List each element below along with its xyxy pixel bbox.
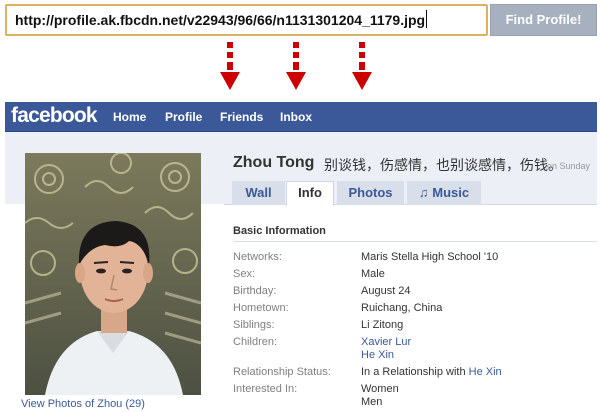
child-link-2[interactable]: He Xin <box>361 349 394 361</box>
section-title: Basic Information <box>233 225 326 237</box>
siblings-value: Li Zitong <box>361 319 404 331</box>
networks-label: Networks: <box>233 251 282 263</box>
interested-label: Interested In: <box>233 383 298 395</box>
nav-inbox[interactable]: Inbox <box>280 110 312 124</box>
child-link-1[interactable]: Xavier Lur <box>361 336 411 348</box>
text-caret <box>426 10 428 28</box>
sex-label: Sex: <box>233 268 256 280</box>
view-photos-link[interactable]: View Photos of Zhou (29) <box>21 398 145 410</box>
status-timestamp[interactable]: on Sunday <box>547 161 590 171</box>
relationship-label: Relationship Status: <box>233 366 331 378</box>
hometown-value: Ruichang, China <box>361 302 443 314</box>
tab-wall[interactable]: Wall <box>232 181 285 205</box>
section-divider <box>233 241 597 242</box>
interested-value-1: Women <box>361 383 399 395</box>
nav-profile[interactable]: Profile <box>165 110 202 124</box>
tab-music[interactable]: ♫ Music <box>407 181 481 205</box>
sex-value: Male <box>361 268 385 280</box>
tab-music-label: Music <box>432 185 470 200</box>
red-arrow-icon <box>220 42 240 90</box>
red-arrow-icon <box>352 42 372 90</box>
facebook-logo[interactable]: facebook <box>11 104 98 128</box>
birthday-value: August 24 <box>361 285 411 297</box>
music-note-icon: ♫ <box>418 185 429 200</box>
networks-value: Maris Stella High School '10 <box>361 251 499 263</box>
status-message: 别谈钱，伤感情，也别谈感情，伤钱。 <box>324 158 562 174</box>
nav-friends[interactable]: Friends <box>220 110 263 124</box>
tab-info[interactable]: Info <box>286 181 334 206</box>
find-profile-button[interactable]: Find Profile! <box>490 4 597 36</box>
red-arrow-icon <box>286 42 306 90</box>
profile-name: Zhou Tong <box>233 154 315 171</box>
relationship-value: In a Relationship with He Xin <box>361 366 502 378</box>
url-text: http://profile.ak.fbcdn.net/v22943/96/66… <box>15 12 426 28</box>
relationship-prefix: In a Relationship with <box>361 366 466 378</box>
hometown-label: Hometown: <box>233 302 289 314</box>
nav-home[interactable]: Home <box>113 110 146 124</box>
birthday-label: Birthday: <box>233 285 277 297</box>
children-label: Children: <box>233 336 278 348</box>
partner-link[interactable]: He Xin <box>469 366 502 378</box>
url-input[interactable]: http://profile.ak.fbcdn.net/v22943/96/66… <box>5 4 488 36</box>
interested-value-2: Men <box>361 396 383 408</box>
siblings-label: Siblings: <box>233 319 275 331</box>
profile-photo[interactable] <box>25 153 201 395</box>
top-nav-bar: facebook Home Profile Friends Inbox <box>5 102 597 132</box>
tab-photos[interactable]: Photos <box>337 181 404 205</box>
